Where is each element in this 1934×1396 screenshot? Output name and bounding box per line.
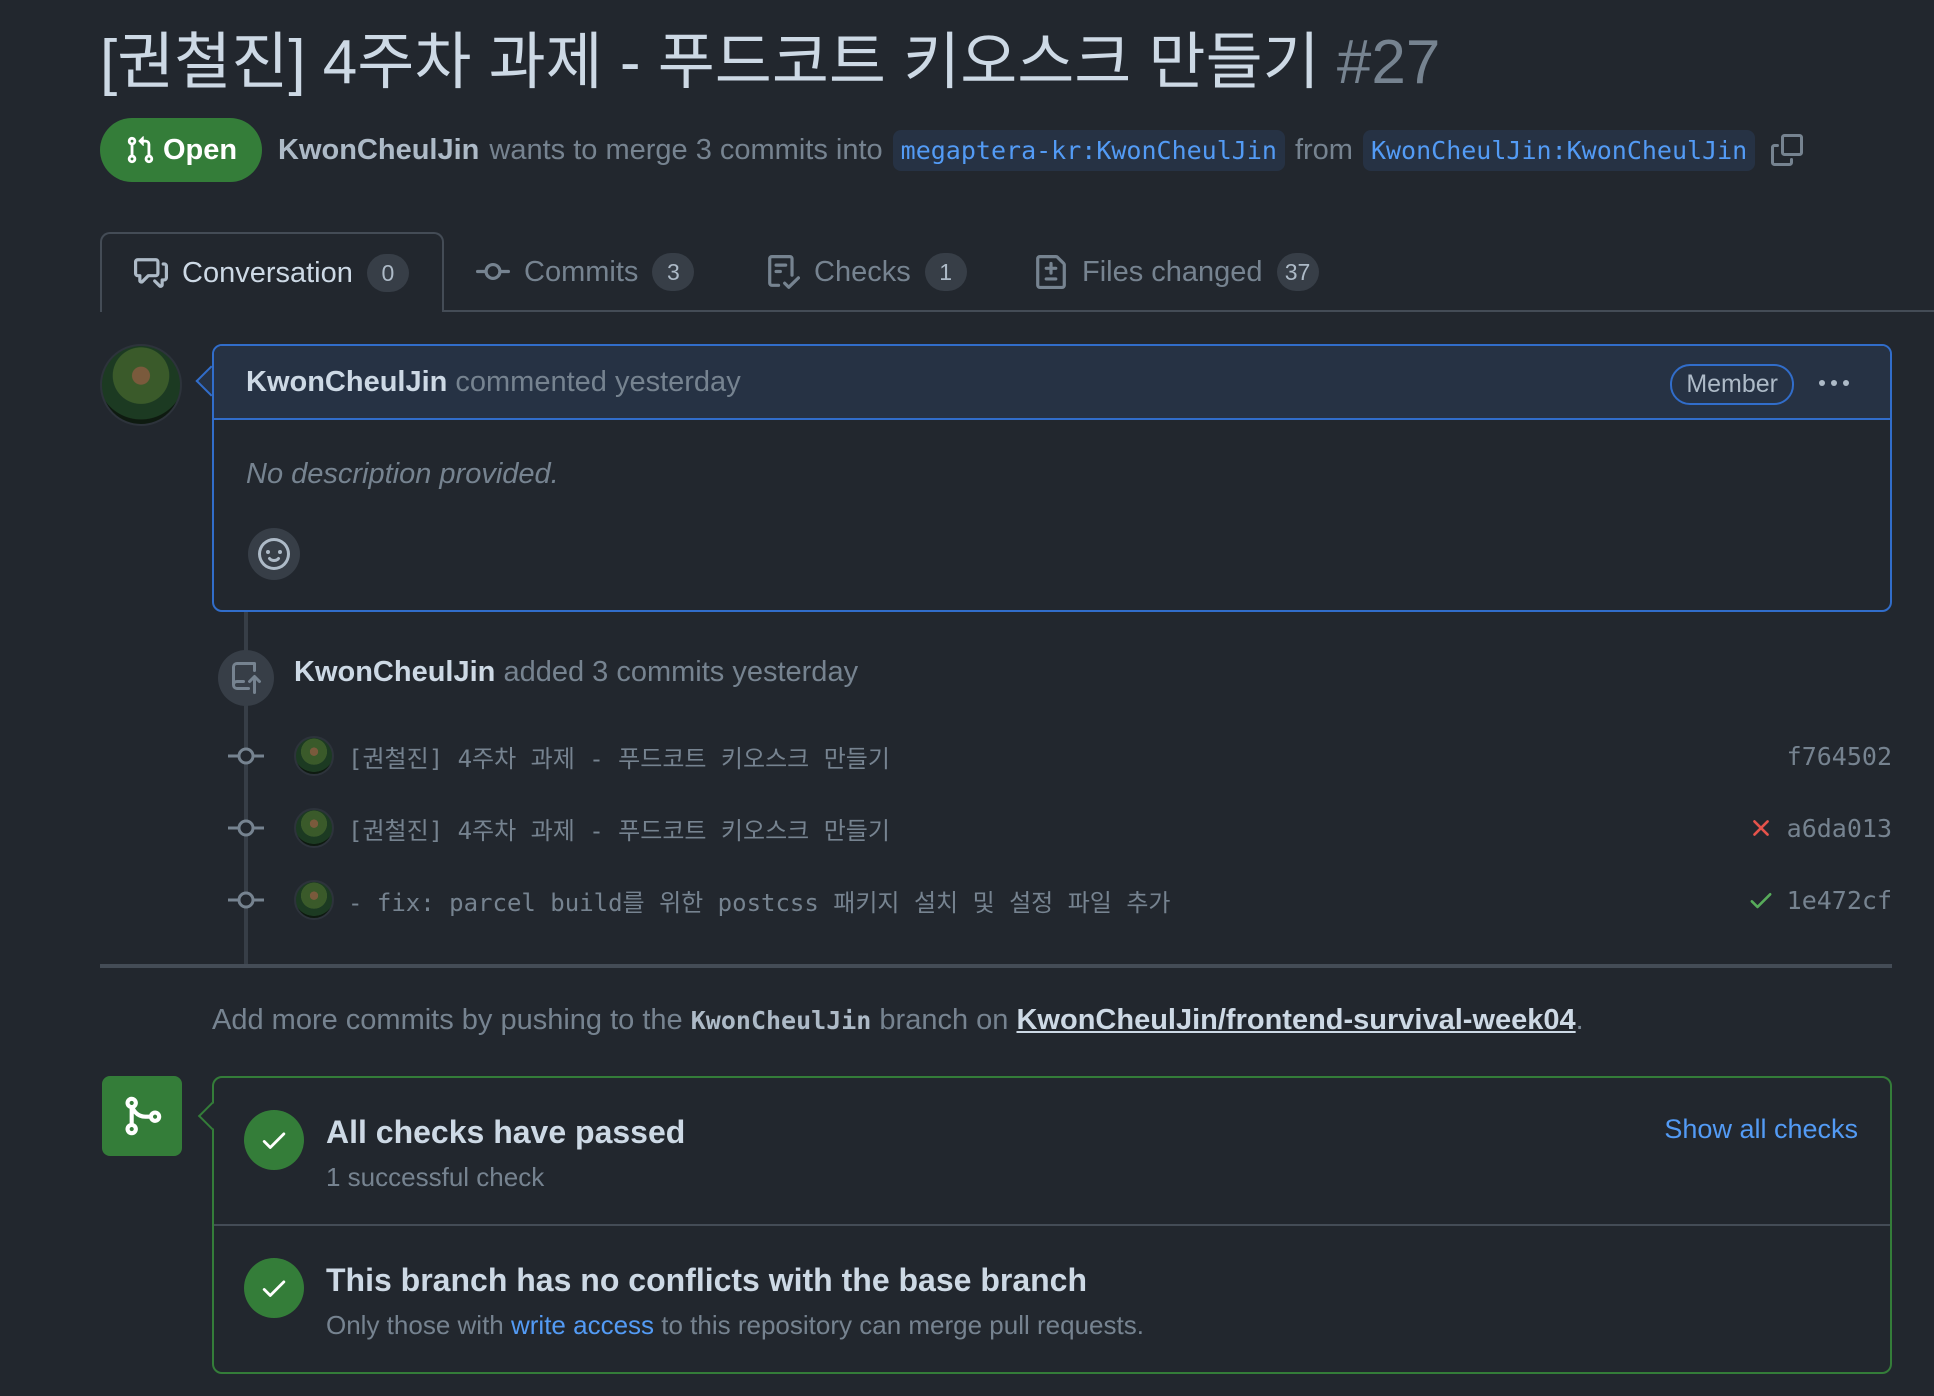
commit-event-author[interactable]: KwonCheulJin (294, 656, 495, 688)
avatar[interactable] (294, 808, 334, 848)
list-item: - fix: parcel build를 위한 postcss 패키지 설치 및… (228, 878, 1892, 922)
checks-title: All checks have passed (326, 1114, 686, 1150)
comment-timestamp[interactable]: commented yesterday (455, 366, 740, 399)
tab-checks-count: 1 (924, 253, 967, 291)
comment-discussion-icon (134, 258, 168, 288)
copy-icon[interactable] (1771, 134, 1804, 166)
check-circle-icon (244, 1110, 304, 1170)
tab-conversation[interactable]: Conversation 0 (100, 232, 444, 312)
commit-message[interactable]: [권철진] 4주차 과제 - 푸드코트 키오스크 만들기 (348, 811, 1747, 846)
commit-message[interactable]: - fix: parcel build를 위한 postcss 패키지 설치 및… (348, 883, 1747, 918)
check-icon[interactable] (1747, 886, 1775, 914)
push-note-branch: KwonCheulJin (690, 1006, 872, 1035)
tab-checks-label: Checks (814, 255, 911, 288)
smiley-icon (258, 538, 290, 570)
merge-box: All checks have passed 1 successful chec… (212, 1076, 1892, 1374)
commit-sha[interactable]: f764502 (1787, 742, 1892, 771)
conflicts-title: This branch has no conflicts with the ba… (326, 1262, 1088, 1298)
avatar[interactable] (100, 344, 182, 426)
git-commit-icon (228, 891, 264, 909)
check-icon (262, 1280, 286, 1297)
head-branch[interactable]: KwonCheulJin:KwonCheulJin (1362, 129, 1756, 171)
git-commit-icon (228, 819, 264, 837)
comment-author[interactable]: KwonCheulJin (246, 366, 447, 399)
comment-body: No description provided. (246, 458, 559, 490)
tab-files-changed[interactable]: Files changed 37 (1034, 232, 1319, 312)
tab-commits-count: 3 (652, 253, 695, 291)
kebab-horizontal-icon[interactable] (1814, 366, 1854, 400)
tab-checks[interactable]: Checks 1 (766, 232, 967, 312)
tab-files-changed-label: Files changed (1082, 255, 1263, 288)
checks-section: All checks have passed 1 successful chec… (214, 1078, 1890, 1226)
checklist-icon (768, 255, 800, 289)
pr-state-label: Open (162, 133, 238, 166)
git-merge-icon (125, 1096, 162, 1136)
tab-files-changed-count: 37 (1276, 253, 1319, 291)
repo-link[interactable]: KwonCheulJin/frontend-survival-week04 (1016, 1004, 1575, 1036)
repo-push-event-icon (218, 650, 274, 706)
pr-author-link[interactable]: KwonCheulJin (278, 134, 479, 167)
show-all-checks-link[interactable]: Show all checks (1664, 1114, 1858, 1145)
file-diff-icon (1036, 255, 1066, 289)
pull-request-icon (127, 136, 154, 164)
conflicts-subtitle: Only those with write access to this rep… (326, 1310, 1144, 1341)
comment-header: KwonCheulJin commented yesterday Member (214, 346, 1890, 420)
push-note-suffix: . (1575, 1004, 1584, 1036)
list-item: [권철진] 4주차 과제 - 푸드코트 키오스크 만들기 a6da013 (228, 806, 1892, 850)
repo-push-icon (232, 662, 261, 694)
add-reaction-button[interactable] (248, 528, 300, 580)
merge-text: wants to merge 3 commits into (489, 133, 883, 166)
commit-sha[interactable]: a6da013 (1787, 814, 1892, 843)
push-note-middle: branch on (879, 1004, 1009, 1036)
x-icon[interactable] (1747, 814, 1775, 842)
comment-box: KwonCheulJin commented yesterday Member … (212, 344, 1892, 612)
check-circle-icon (244, 1258, 304, 1318)
conflicts-sub-suffix: to this repository can merge pull reques… (661, 1310, 1144, 1340)
tab-commits-label: Commits (524, 255, 639, 288)
checks-subtitle: 1 successful check (326, 1162, 545, 1192)
conflicts-sub-prefix: Only those with (326, 1310, 504, 1340)
merge-status-icon (102, 1076, 182, 1156)
pr-title-text: [권철진] 4주차 과제 - 푸드코트 키오스크 만들기 (100, 28, 1320, 97)
git-commit-icon (476, 262, 510, 280)
commit-sha[interactable]: 1e472cf (1787, 886, 1892, 915)
check-icon (262, 1132, 286, 1149)
write-access-link[interactable]: write access (511, 1310, 654, 1340)
push-note-prefix: Add more commits by pushing to the (212, 1004, 683, 1036)
git-commit-icon (228, 747, 264, 765)
member-badge: Member (1670, 364, 1794, 405)
pr-number: #27 (1336, 28, 1441, 97)
tab-conversation-count: 0 (366, 254, 409, 292)
pr-title: [권철진] 4주차 과제 - 푸드코트 키오스크 만들기 #27 (100, 26, 1440, 100)
pr-state-badge: Open (100, 118, 262, 182)
pr-meta: KwonCheulJin wants to merge 3 commits in… (278, 124, 1804, 176)
commit-message[interactable]: [권철진] 4주차 과제 - 푸드코트 키오스크 만들기 (348, 739, 1787, 774)
tab-conversation-label: Conversation (182, 256, 353, 289)
commit-event-desc: added 3 commits yesterday (503, 656, 859, 688)
commit-event-text: KwonCheulJin added 3 commits yesterday (294, 656, 858, 689)
tab-commits[interactable]: Commits 3 (476, 232, 695, 312)
timeline-divider (100, 964, 1892, 968)
conflicts-section: This branch has no conflicts with the ba… (214, 1226, 1890, 1374)
avatar[interactable] (294, 880, 334, 920)
base-branch[interactable]: megaptera-kr:KwonCheulJin (892, 129, 1285, 171)
from-text: from (1294, 133, 1353, 166)
list-item: [권철진] 4주차 과제 - 푸드코트 키오스크 만들기 f764502 (228, 734, 1892, 778)
avatar[interactable] (294, 736, 334, 776)
push-note: Add more commits by pushing to the KwonC… (212, 1004, 1584, 1037)
